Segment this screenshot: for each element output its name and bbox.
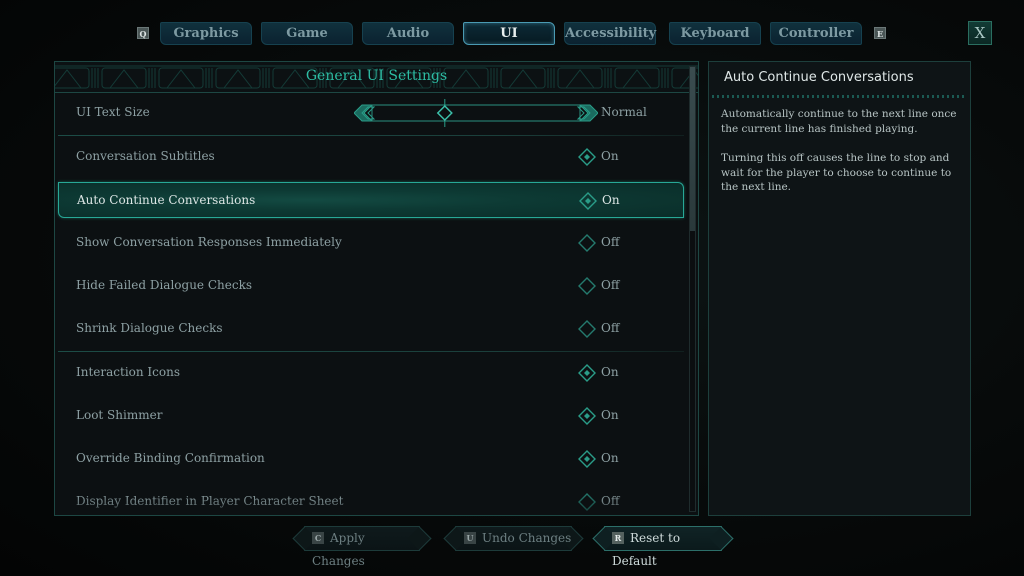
ui-text-size-slider[interactable] <box>353 99 599 127</box>
next-tab-key-hint[interactable]: E <box>874 27 886 39</box>
tab-controller[interactable]: Controller <box>770 22 862 45</box>
setting-row-display-identifier[interactable]: Display Identifier in Player Character S… <box>58 484 684 520</box>
setting-label: Loot Shimmer <box>76 408 163 422</box>
setting-value: Off <box>601 235 620 249</box>
divider <box>58 351 684 352</box>
toggle-diamond-icon[interactable] <box>578 450 596 468</box>
description-paragraph: Automatically continue to the next line … <box>721 108 957 135</box>
slider-left-arrow-icon[interactable] <box>353 104 376 122</box>
description-title: Auto Continue Conversations <box>724 70 914 85</box>
scrollbar-thumb[interactable] <box>690 67 695 231</box>
setting-label: Conversation Subtitles <box>76 149 215 163</box>
toggle-diamond-icon[interactable] <box>578 320 596 338</box>
setting-label: Display Identifier in Player Character S… <box>76 494 344 508</box>
setting-label: Hide Failed Dialogue Checks <box>76 278 253 292</box>
key-hint-c: C <box>312 531 324 544</box>
setting-row-hide-failed-dialogue-checks[interactable]: Hide Failed Dialogue Checks Off <box>58 268 684 304</box>
setting-value: On <box>602 193 620 207</box>
toggle-diamond-icon[interactable] <box>579 192 597 210</box>
key-hint-r: R <box>612 531 624 544</box>
undo-changes-button[interactable]: U Undo Changes <box>455 526 572 551</box>
close-button[interactable]: X <box>968 21 992 45</box>
setting-label: Auto Continue Conversations <box>77 193 256 207</box>
toggle-diamond-icon[interactable] <box>578 493 596 511</box>
setting-label: Shrink Dialogue Checks <box>76 321 223 335</box>
toggle-diamond-icon[interactable] <box>578 277 596 295</box>
tab-accessibility[interactable]: Accessibility <box>564 22 656 45</box>
section-title: General UI Settings <box>305 68 448 84</box>
setting-value: On <box>601 451 619 465</box>
setting-label: Interaction Icons <box>76 365 181 379</box>
settings-panel: General UI Settings UI Text Size Normal … <box>54 61 699 516</box>
settings-scrollbar[interactable] <box>689 66 696 512</box>
description-divider <box>712 95 967 98</box>
toggle-diamond-icon[interactable] <box>578 407 596 425</box>
description-panel: Auto Continue Conversations Automaticall… <box>708 61 971 516</box>
tab-graphics[interactable]: Graphics <box>160 22 252 45</box>
description-paragraph: Turning this off causes the line to stop… <box>721 152 952 193</box>
slider-right-arrow-icon[interactable] <box>576 104 599 122</box>
setting-row-conversation-subtitles[interactable]: Conversation Subtitles On <box>58 139 684 175</box>
toggle-diamond-icon[interactable] <box>578 148 596 166</box>
setting-value: Normal <box>601 105 647 119</box>
setting-row-override-binding-confirmation[interactable]: Override Binding Confirmation On <box>58 441 684 477</box>
slider-thumb[interactable] <box>436 99 453 127</box>
setting-value: Off <box>601 494 620 508</box>
key-hint-u: U <box>464 531 476 544</box>
apply-changes-button[interactable]: C Apply Changes <box>304 526 420 568</box>
setting-row-show-conversation-responses[interactable]: Show Conversation Responses Immediately … <box>58 225 684 261</box>
toggle-diamond-icon[interactable] <box>578 364 596 382</box>
tab-audio[interactable]: Audio <box>362 22 454 45</box>
setting-row-auto-continue-conversations[interactable]: Auto Continue Conversations On <box>58 182 684 218</box>
setting-value: On <box>601 408 619 422</box>
setting-label: Override Binding Confirmation <box>76 451 265 465</box>
prev-tab-key-hint[interactable]: Q <box>137 27 149 39</box>
toggle-diamond-icon[interactable] <box>578 234 596 252</box>
section-header: General UI Settings <box>55 62 698 93</box>
setting-row-loot-shimmer[interactable]: Loot Shimmer On <box>58 398 684 434</box>
setting-row-shrink-dialogue-checks[interactable]: Shrink Dialogue Checks Off <box>58 311 684 347</box>
tab-ui[interactable]: UI <box>463 22 555 45</box>
setting-label: UI Text Size <box>76 105 150 119</box>
slider-track[interactable] <box>371 104 581 122</box>
setting-row-interaction-icons[interactable]: Interaction Icons On <box>58 355 684 391</box>
setting-value: Off <box>601 278 620 292</box>
setting-value: Off <box>601 321 620 335</box>
setting-label: Show Conversation Responses Immediately <box>76 235 342 249</box>
setting-value: On <box>601 365 619 379</box>
undo-changes-label: Undo Changes <box>482 531 572 545</box>
setting-value: On <box>601 149 619 163</box>
setting-row-ui-text-size[interactable]: UI Text Size Normal <box>58 95 684 131</box>
reset-to-default-button[interactable]: R Reset to Default <box>604 526 722 568</box>
tab-game[interactable]: Game <box>261 22 353 45</box>
tab-keyboard[interactable]: Keyboard <box>669 22 761 45</box>
divider <box>58 135 684 136</box>
